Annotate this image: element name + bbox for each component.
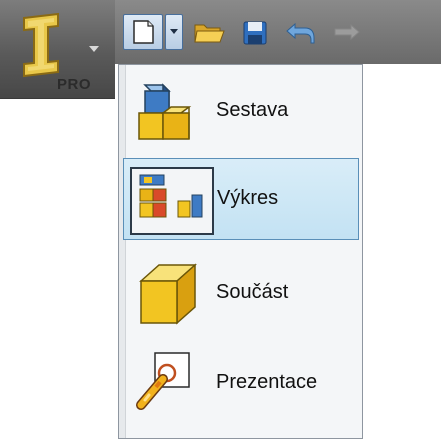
menu-item-label: Prezentace	[216, 371, 318, 393]
new-dropdown-button[interactable]	[165, 14, 183, 50]
redo-icon[interactable]	[329, 16, 363, 50]
menu-item-label: Výkres	[217, 187, 279, 209]
new-document-icon	[133, 20, 154, 44]
dropdown-arrow-icon	[170, 29, 178, 34]
inventor-logo-icon	[23, 12, 59, 78]
new-document-menu: Sestava Výkres Součást Prezentace	[118, 64, 363, 439]
application-menu-button[interactable]: PRO	[0, 0, 115, 99]
drawing-icon	[130, 167, 214, 235]
menu-item-label: Sestava	[216, 99, 289, 121]
open-folder-icon[interactable]	[192, 16, 226, 50]
menu-item-sestava[interactable]: Sestava	[123, 71, 359, 153]
assembly-icon	[138, 83, 192, 140]
menu-item-soucast[interactable]: Součást	[123, 253, 359, 335]
undo-icon[interactable]	[283, 16, 317, 50]
menu-item-vykres[interactable]: Výkres	[123, 158, 359, 240]
menu-item-prezentace[interactable]: Prezentace	[123, 343, 359, 425]
app-menu-arrow-icon	[89, 46, 99, 52]
part-icon	[139, 263, 197, 325]
pro-badge: PRO	[57, 76, 92, 93]
new-document-button[interactable]	[123, 14, 163, 50]
menu-item-label: Součást	[216, 281, 289, 303]
save-icon[interactable]	[238, 16, 272, 50]
presentation-icon	[136, 352, 190, 410]
quick-access-toolbar	[115, 0, 441, 64]
